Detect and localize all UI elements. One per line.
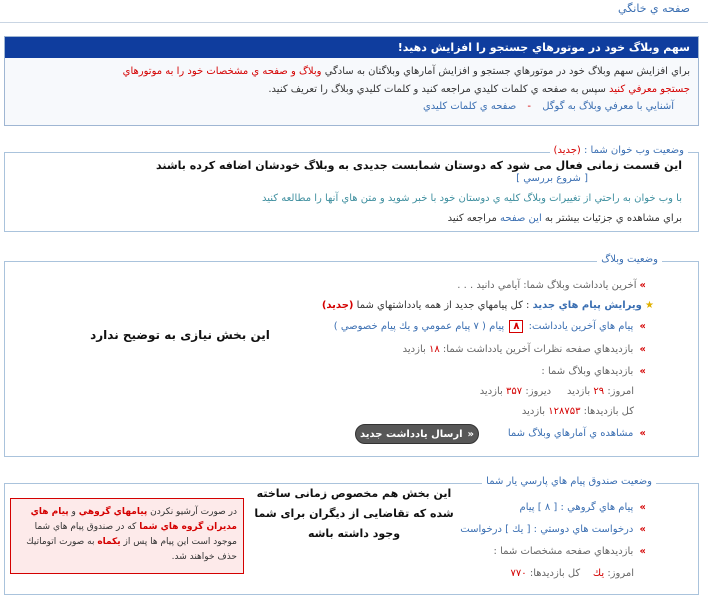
keywords-page-link[interactable]: صفحه ي كلمات كليدي	[423, 101, 516, 112]
start-check-link[interactable]: [ شروع بررسي ]	[516, 173, 588, 184]
total-value: ۱۲۸۷۵۳	[548, 406, 581, 417]
comment-visits-unit: بازديد	[402, 344, 426, 355]
inbox-legend: وضعيت صندوق پيام هاي پارسي يار شما	[482, 476, 656, 487]
total-label: كل بازديدها:	[583, 406, 634, 417]
friend-requests-row[interactable]: » درخواست هاي دوستي : [ يك ] درخواست	[460, 524, 646, 535]
last-comments-row[interactable]: » پيام هاي آخرين يادداشت: ۸ پيام ( ۷ پيا…	[334, 320, 646, 333]
web-reader-details: براي مشاهده ي جزئيات بيشتر به اين صفحه م…	[448, 213, 682, 224]
note-text-a: در صورت آرشيو نكردن	[150, 507, 237, 517]
group-messages-row[interactable]: » پيام هاي گروهي : [ ۸ ] پيام	[520, 502, 646, 513]
web-reader-annotation: این قسمت زمانی فعال می شود که دوستان شما…	[156, 159, 682, 172]
edit-messages-row[interactable]: ★ ويرايش پيام هاي جديد : كل پيامهاي جديد…	[322, 300, 654, 311]
promo-box: سهم وبلاگ خود در موتورهاي جستجو را افزاي…	[4, 36, 699, 126]
promo-text-2: سپس به صفحه ي كلمات كليدي مراجعه كنيد و …	[268, 84, 606, 95]
group-messages-value: [ ۸ ]	[537, 502, 558, 513]
total-unit: بازديد	[521, 406, 546, 417]
bullet-arrow-icon: »	[639, 428, 646, 439]
note-text-b: و	[71, 507, 76, 517]
details-text-a: براي مشاهده ي جزئيات بيشتر به	[544, 213, 682, 224]
blog-annotation: این بخش نیازی به توضیح ندارد	[90, 328, 270, 342]
profile-total-label: كل بازديدها:	[529, 568, 581, 579]
details-text-b: مراجعه كنيد	[447, 213, 497, 224]
blog-stats-link[interactable]: مشاهده ي آمارهاي وبلاگ شما	[508, 428, 634, 439]
note-group-messages: پيامهاي گروهي	[78, 507, 148, 517]
blog-visits-row: » بازديدهاي وبلاگ شما :	[541, 366, 646, 377]
page-title: صفحه ي خانگي	[618, 2, 690, 15]
bullet-arrow-icon: »	[639, 366, 646, 377]
promo-link-introduce[interactable]: وبلاگ و صفحه ي مشخصات خود را به موتورهاي	[123, 66, 322, 77]
comment-visits-value: ۱۸	[428, 344, 440, 355]
comments-detail: ( ۷ پيام عمومي و يك پيام خصوصي )	[333, 321, 486, 332]
profile-today-label: امروز:	[607, 568, 634, 579]
blog-stats-row[interactable]: » مشاهده ي آمارهاي وبلاگ شما	[508, 428, 646, 439]
friend-requests-value: [ يك ]	[505, 524, 531, 535]
last-post-row[interactable]: »آخرين يادداشت وبلاگ شما: آيامي دانيد . …	[457, 280, 646, 291]
comment-count-badge: ۸	[509, 320, 524, 333]
bullet-arrow-icon: »	[639, 524, 646, 535]
profile-total-value: ۷۷۰	[510, 568, 527, 579]
new-badge: (جديد)	[553, 145, 581, 156]
today-value: ۲۹	[593, 386, 605, 397]
this-page-link[interactable]: اين صفحه	[500, 213, 542, 224]
group-messages-label[interactable]: پيام هاي گروهي :	[561, 502, 634, 513]
edit-messages-text: : كل پيامهاي جديد از همه يادداشتهاي شما	[356, 300, 530, 311]
new-badge: (جديد)	[321, 300, 354, 311]
group-messages-unit: پيام	[519, 502, 535, 513]
comment-visits-row: » بازديدهاي صفحه نظرات آخرين يادداشت شما…	[403, 344, 646, 355]
comment-visits-label: بازديدهاي صفحه نظرات آخرين يادداشت شما:	[442, 344, 634, 355]
promo-links: آشنايي با معرفي وبلاگ به گوگل - صفحه ي ك…	[5, 101, 698, 112]
web-reader-legend-text: وضعيت وب خوان شما :	[584, 145, 684, 156]
promo-link-introduce-cont[interactable]: جستجو معرفي كنيد	[609, 84, 690, 95]
promo-headline: سهم وبلاگ خود در موتورهاي جستجو را افزاي…	[5, 37, 698, 58]
profile-visits-label: بازديدهاي صفحه مشخصات شما :	[493, 546, 634, 557]
note-one-month: يكماه	[97, 537, 121, 547]
daily-visits-row: امروز: ۲۹ بازديد ديروز: ۳۵۷ بازديد	[480, 386, 634, 397]
blog-visits-label: بازديدهاي وبلاگ شما :	[541, 366, 634, 377]
total-visits-row: كل بازديدها: ۱۲۸۷۵۳ بازديد	[522, 406, 634, 417]
blog-status-panel: وضعيت وبلاگ »آخرين يادداشت وبلاگ شما: آي…	[4, 254, 699, 457]
last-post-text: آخرين يادداشت وبلاگ شما: آيامي دانيد . .…	[457, 280, 637, 291]
inbox-annotation: این بخش هم مخصوص زمانی ساخته شده که تقاض…	[254, 487, 454, 540]
bullet-arrow-icon: »	[639, 502, 646, 513]
chevron-left-icon: «	[467, 428, 475, 440]
bullet-arrow-icon: »	[639, 280, 646, 291]
blog-status-legend: وضعيت وبلاگ	[597, 254, 662, 265]
profile-visits-row: » بازديدهاي صفحه مشخصات شما :	[494, 546, 646, 557]
profile-visits-values: امروز: يك كل بازديدها: ۷۷۰	[511, 568, 634, 579]
promo-text: براي افزايش سهم وبلاگ خود در موتورهاي جس…	[324, 66, 690, 77]
yesterday-unit: بازديد	[479, 386, 503, 397]
last-comments-label[interactable]: پيام هاي آخرين يادداشت:	[529, 321, 634, 332]
link-separator: -	[527, 101, 531, 112]
yesterday-value: ۳۵۷	[506, 386, 523, 397]
google-intro-link[interactable]: آشنايي با معرفي وبلاگ به گوگل	[542, 101, 674, 112]
web-reader-legend: وضعيت وب خوان شما : (جديد)	[549, 145, 688, 156]
web-reader-panel: وضعيت وب خوان شما : (جديد) این قسمت زمان…	[4, 145, 699, 232]
edit-messages-link[interactable]: ويرايش پيام هاي جديد	[533, 300, 642, 311]
send-post-button[interactable]: « ارسال يادداشت جديد	[355, 424, 479, 444]
send-post-label: ارسال يادداشت جديد	[359, 428, 463, 440]
bullet-arrow-icon: »	[639, 321, 646, 332]
friend-requests-unit: درخواست	[460, 524, 502, 535]
yesterday-label: ديروز:	[525, 386, 552, 397]
archive-warning-note: در صورت آرشيو نكردن پيامهاي گروهي و پيام…	[10, 498, 244, 574]
promo-body: براي افزايش سهم وبلاگ خود در موتورهاي جس…	[5, 58, 698, 99]
today-label: امروز:	[607, 386, 634, 397]
comments-unit: پيام	[489, 321, 505, 332]
profile-today-value: يك	[592, 568, 605, 579]
star-icon: ★	[645, 300, 654, 311]
bullet-arrow-icon: »	[639, 344, 646, 355]
bullet-arrow-icon: »	[639, 546, 646, 557]
title-divider	[0, 22, 708, 23]
friend-requests-label[interactable]: درخواست هاي دوستي :	[534, 524, 634, 535]
web-reader-desc: با وب خوان به راحتي از تغييرات وبلاگ كلي…	[261, 193, 682, 204]
today-unit: بازديد	[567, 386, 591, 397]
